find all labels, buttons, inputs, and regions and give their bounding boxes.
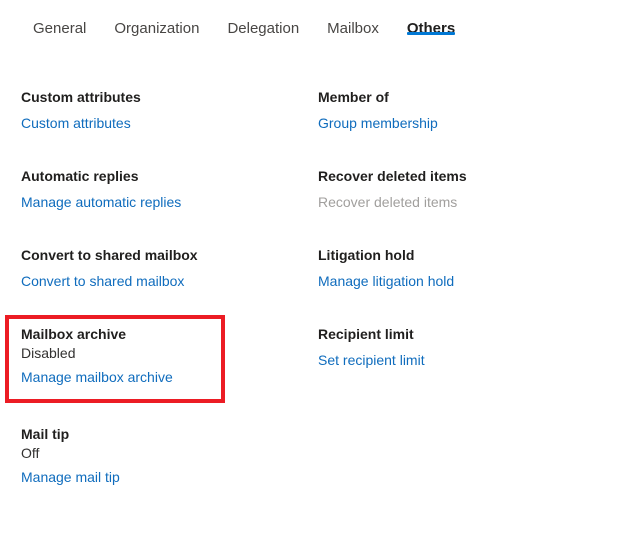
setting-title: Mailbox archive	[21, 326, 127, 342]
setting-link-manage-litigation-hold[interactable]: Manage litigation hold	[318, 272, 454, 291]
setting-title: Automatic replies	[21, 168, 139, 184]
setting-section-recipient-limit: Recipient limit Set recipient limit	[318, 325, 608, 370]
tab-organization[interactable]: Organization	[114, 0, 199, 56]
setting-section-convert-to-shared-mailbox: Convert to shared mailbox Convert to shar…	[21, 246, 311, 291]
setting-section-recover-deleted-items: Recover deleted items Recover deleted ite…	[318, 167, 608, 212]
setting-title: Recipient limit	[318, 326, 414, 342]
setting-section-litigation-hold: Litigation hold Manage litigation hold	[318, 246, 608, 291]
setting-section-mailbox-archive: Mailbox archive Disabled Manage mailbox ar…	[21, 325, 311, 387]
setting-section-member-of: Member of Group membership	[318, 88, 608, 133]
tab-label: General	[33, 20, 87, 37]
setting-title: Litigation hold	[318, 247, 415, 263]
setting-link-manage-automatic-replies[interactable]: Manage automatic replies	[21, 193, 181, 212]
tab-label: Mailbox	[327, 20, 379, 37]
tab-delegation[interactable]: Delegation	[227, 0, 299, 56]
tab-label: Delegation	[227, 20, 300, 37]
tab-active-underline	[406, 32, 456, 35]
setting-title: Custom attributes	[21, 89, 141, 105]
setting-link-group-membership[interactable]: Group membership	[318, 114, 438, 133]
setting-title: Member of	[318, 89, 389, 105]
setting-section-automatic-replies: Automatic replies Manage automatic replie…	[21, 167, 311, 212]
setting-section-mail-tip: Mail tip Off Manage mail tip	[21, 425, 311, 487]
tab-others[interactable]: Others	[406, 0, 456, 56]
setting-title: Recover deleted items	[318, 168, 467, 184]
setting-title: Mail tip	[21, 426, 70, 442]
setting-link-manage-mailbox-archive[interactable]: Manage mailbox archive	[21, 368, 173, 387]
tab-label: Others	[406, 20, 456, 37]
setting-link-recover-deleted-items: Recover deleted items	[318, 194, 458, 210]
setting-title: Convert to shared mailbox	[21, 247, 198, 263]
setting-section-custom-attributes: Custom attributes Custom attributes	[21, 88, 311, 133]
setting-link-custom-attributes[interactable]: Custom attributes	[21, 114, 131, 133]
setting-link-manage-mail-tip[interactable]: Manage mail tip	[21, 468, 120, 487]
tab-strip: General Organization Delegation Mailbox Othe…	[0, 0, 624, 56]
setting-link-set-recipient-limit[interactable]: Set recipient limit	[318, 351, 425, 370]
setting-status-value: Off	[21, 445, 40, 461]
tab-label: Organization	[114, 20, 200, 37]
tab-general[interactable]: General	[33, 0, 86, 56]
tab-mailbox[interactable]: Mailbox	[327, 0, 379, 56]
setting-link-convert-to-shared-mailbox[interactable]: Convert to shared mailbox	[21, 272, 184, 291]
setting-status-value: Disabled	[21, 345, 76, 361]
